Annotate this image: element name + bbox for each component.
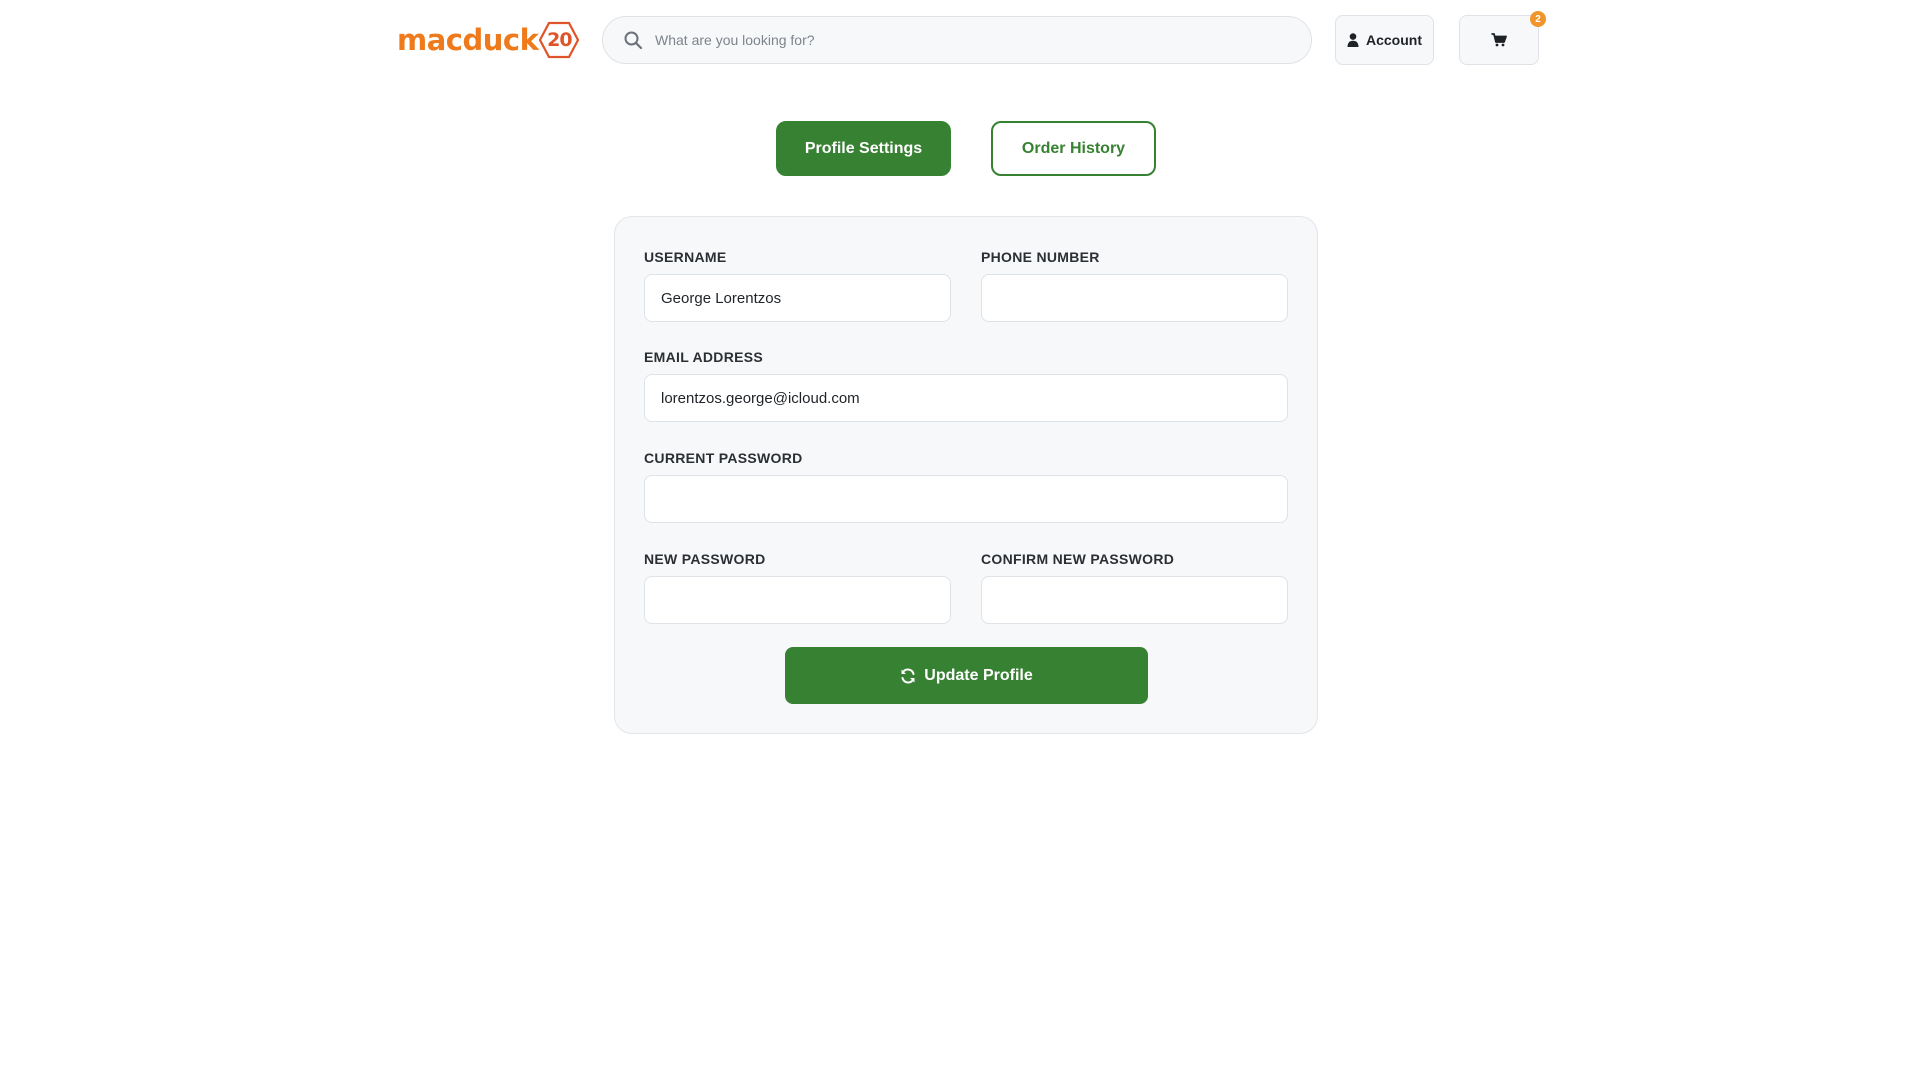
email-label: EMAIL ADDRESS [644,349,764,365]
search-input[interactable] [655,25,1295,55]
cart-icon [1491,33,1507,47]
update-profile-button[interactable]: Update Profile [785,647,1148,704]
logo-badge: 20 [539,21,580,59]
current-password-label: CURRENT PASSWORD [644,450,803,466]
phone-field[interactable] [981,274,1288,322]
search-icon [624,31,643,50]
current-password-field[interactable] [644,475,1288,523]
tab-order-history[interactable]: Order History [991,121,1156,176]
new-password-field[interactable] [644,576,951,624]
account-tabs: Profile Settings Order History [0,121,1919,176]
confirm-password-label: CONFIRM NEW PASSWORD [981,551,1175,567]
logo-text: macduck [397,23,539,57]
new-password-label: NEW PASSWORD [644,551,766,567]
profile-form-card: USERNAME PHONE NUMBER EMAIL ADDRESS CURR… [614,216,1318,734]
account-label: Account [1366,32,1422,48]
cart-count-badge: 2 [1530,11,1546,27]
account-button[interactable]: Account [1335,15,1434,65]
phone-label: PHONE NUMBER [981,249,1100,265]
email-field[interactable] [644,374,1288,422]
user-icon [1347,33,1359,47]
search-bar[interactable] [602,16,1312,64]
logo-badge-number: 20 [547,29,572,51]
tab-profile-settings[interactable]: Profile Settings [776,121,951,176]
site-header: macduck 20 Account 2 [0,0,1919,82]
refresh-icon [901,668,915,683]
update-profile-label: Update Profile [924,666,1033,684]
cart-button[interactable]: 2 [1459,11,1546,65]
username-field[interactable] [644,274,951,322]
confirm-password-field[interactable] [981,576,1288,624]
brand-logo[interactable]: macduck 20 [397,20,580,60]
username-label: USERNAME [644,249,727,265]
